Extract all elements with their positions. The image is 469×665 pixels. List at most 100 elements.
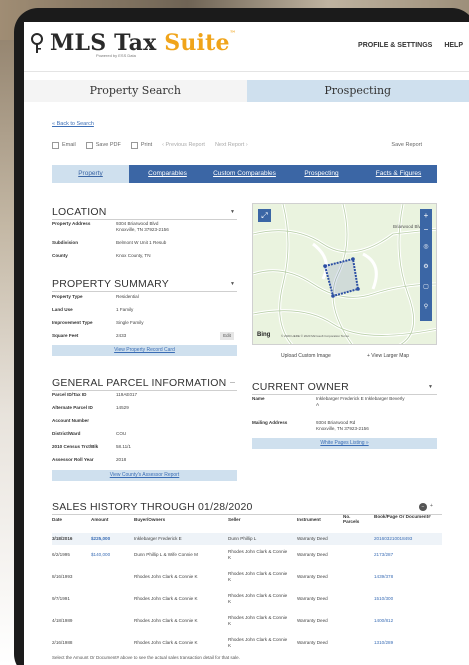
owner-divider [252, 394, 437, 395]
locate-icon[interactable]: ◎ [420, 237, 432, 257]
view-county-assessor-report-button[interactable]: View County's Assessor Report [52, 470, 237, 481]
settings-gear-icon[interactable]: ⚙ [420, 257, 432, 277]
sales-history-heading: SALES HISTORY THROUGH 01/28/2020 [52, 501, 253, 513]
view-property-record-card-button[interactable]: View Property Record Card [52, 345, 237, 356]
zoom-in-icon[interactable]: + [420, 209, 432, 223]
map-streets: Briarwood Blvd [253, 204, 436, 344]
sale-buyer: Rhodes John Clark & Connie K [134, 618, 198, 623]
map-controls: + − ◎ ⚙ ▢ ⚲ [420, 209, 432, 321]
logo-text: MLS Tax Suite™ [50, 30, 236, 56]
square-feet-label: Square Feet [52, 333, 79, 338]
subtab-prospecting[interactable]: Prospecting [283, 165, 360, 183]
sales-expand-plus-icon[interactable]: + [430, 503, 433, 509]
printer-icon [130, 141, 138, 149]
census-tract-value: 58.11/1 [116, 444, 131, 449]
mailing-address-label: Mailing Address [252, 420, 288, 425]
save-pdf-button[interactable]: Save PDF [85, 141, 121, 149]
pdf-icon [85, 141, 93, 149]
sale-date: 6/2/1995 [52, 552, 70, 557]
logo-accent-text: Suite [164, 30, 230, 56]
sale-buyer: Inklebarger Frederick E [134, 536, 182, 541]
sales-header-seller: Seller [228, 517, 241, 522]
property-type-value: Residential [116, 294, 139, 299]
app-screen: MLS Tax Suite™ Powered by ESS Data PROFI… [24, 22, 469, 665]
subdivision-value: Belmont W Unit 1 Resub [116, 240, 167, 245]
white-pages-listing-button[interactable]: White Pages Listing » [252, 438, 437, 449]
owner-name-value-cont: A [316, 402, 320, 407]
subtab-facts-figures[interactable]: Facts & Figures [360, 165, 437, 183]
save-pdf-label: Save PDF [95, 142, 121, 148]
mailing-address-city: Knoxville, TN 37923-2156 [316, 426, 369, 431]
sale-document-link[interactable]: 2173/287 [374, 552, 393, 557]
subtab-property[interactable]: Property [52, 165, 129, 183]
fullscreen-icon[interactable]: ⤢ [258, 209, 271, 222]
sale-document-link[interactable]: 1400/812 [374, 618, 393, 623]
sales-collapse-minus-icon[interactable]: − [419, 503, 427, 511]
back-to-search-link[interactable]: « Back to Search [52, 121, 94, 127]
map-copyright: © 2020 HERE © 2020 Microsoft Corporation… [281, 334, 349, 338]
sale-date: 8/16/1993 [52, 574, 73, 579]
map-pin-icon [31, 33, 43, 53]
map-pin-icon[interactable]: ⚲ [420, 297, 432, 317]
tab-prospecting[interactable]: Prospecting [246, 80, 469, 102]
assessor-roll-year-label: Assessor Roll Year [52, 457, 94, 462]
sales-header-date: Date [52, 517, 62, 522]
sales-header-buyer: Buyer/Owners [134, 517, 166, 522]
county-value: Knox County, TN [116, 253, 151, 258]
parcel-id-value: 119AE017 [116, 392, 138, 397]
sale-buyer: Rhodes John Clark & Connie K [134, 574, 198, 579]
district-ward-value: COU [116, 431, 127, 436]
previous-report-link[interactable]: ‹ Previous Report [162, 142, 205, 148]
email-button[interactable]: Email [52, 141, 76, 149]
assessor-roll-year-value: 2018 [116, 457, 127, 462]
edit-square-feet-button[interactable]: Edit [220, 332, 234, 340]
sale-seller: Rhodes John Clark & Connie K [228, 549, 288, 560]
subtab-comparables[interactable]: Comparables [129, 165, 206, 183]
next-report-link[interactable]: Next Report › [215, 142, 248, 148]
tab-property-search[interactable]: Property Search [24, 80, 247, 102]
sale-date: 4/18/1989 [52, 618, 73, 623]
sale-amount-link[interactable]: $225,000 [91, 536, 110, 541]
alternate-parcel-id-value: 14529 [116, 405, 129, 410]
sale-document-link[interactable]: 201603210018493 [374, 536, 412, 541]
location-divider [52, 219, 237, 220]
sale-instrument: Warranty Deed [297, 552, 328, 557]
sale-amount-link[interactable]: $140,000 [91, 552, 110, 557]
sales-footnote: Select the Amount Or Document# above to … [52, 655, 240, 660]
subtab-custom-comparables[interactable]: Custom Comparables [206, 165, 283, 183]
layers-icon[interactable]: ▢ [420, 277, 432, 297]
report-subtabs: Property Comparables Custom Comparables … [52, 165, 437, 183]
email-icon [52, 141, 59, 149]
sale-instrument: Warranty Deed [297, 618, 328, 623]
sale-document-link[interactable]: 1510/300 [374, 596, 393, 601]
sale-document-link[interactable]: 1310/289 [374, 640, 393, 645]
subdivision-label: Subdivision [52, 240, 79, 245]
sales-header-document: Book/Page Or Document# [374, 514, 431, 519]
sale-seller: Rhodes John Clark & Connie K [228, 593, 288, 604]
property-address-city: Knoxville, TN 37923-2156 [116, 227, 169, 232]
upload-custom-image-link[interactable]: Upload Custom Image [281, 353, 331, 359]
print-button[interactable]: Print [130, 141, 152, 149]
location-chevron-down-icon[interactable]: ▼ [230, 209, 235, 215]
logo-subtitle: Powered by ESS Data [96, 53, 136, 58]
parcel-divider [52, 390, 237, 391]
zoom-out-icon[interactable]: − [420, 223, 432, 237]
owner-chevron-down-icon[interactable]: ▼ [428, 384, 433, 390]
sales-header-amount: Amount [91, 517, 109, 522]
sale-date: 9/7/1991 [52, 596, 70, 601]
parcel-id-label: Parcel ID/Tax ID [52, 392, 87, 397]
summary-chevron-down-icon[interactable]: ▼ [230, 281, 235, 287]
help-link[interactable]: HELP [444, 42, 463, 49]
land-use-label: Land Use [52, 307, 73, 312]
parcel-minus-icon[interactable]: — [230, 380, 235, 386]
email-label: Email [62, 142, 76, 148]
sale-seller: Rhodes John Clark & Connie K [228, 637, 288, 648]
property-map[interactable]: Briarwood Blvd ⤢ + − ◎ ⚙ ▢ ⚲ Bing © 2020… [252, 203, 437, 345]
view-larger-map-link[interactable]: + View Larger Map [367, 353, 409, 359]
sale-document-link[interactable]: 1439/378 [374, 574, 393, 579]
sale-seller: Rhodes John Clark & Connie K [228, 571, 288, 582]
profile-settings-link[interactable]: PROFILE & SETTINGS [358, 42, 432, 49]
parcel-table: Parcel ID/Tax ID 119AE017 Alternate Parc… [52, 392, 237, 468]
save-report-button[interactable]: Save Report [391, 142, 422, 148]
logo-trademark: ™ [229, 30, 236, 37]
